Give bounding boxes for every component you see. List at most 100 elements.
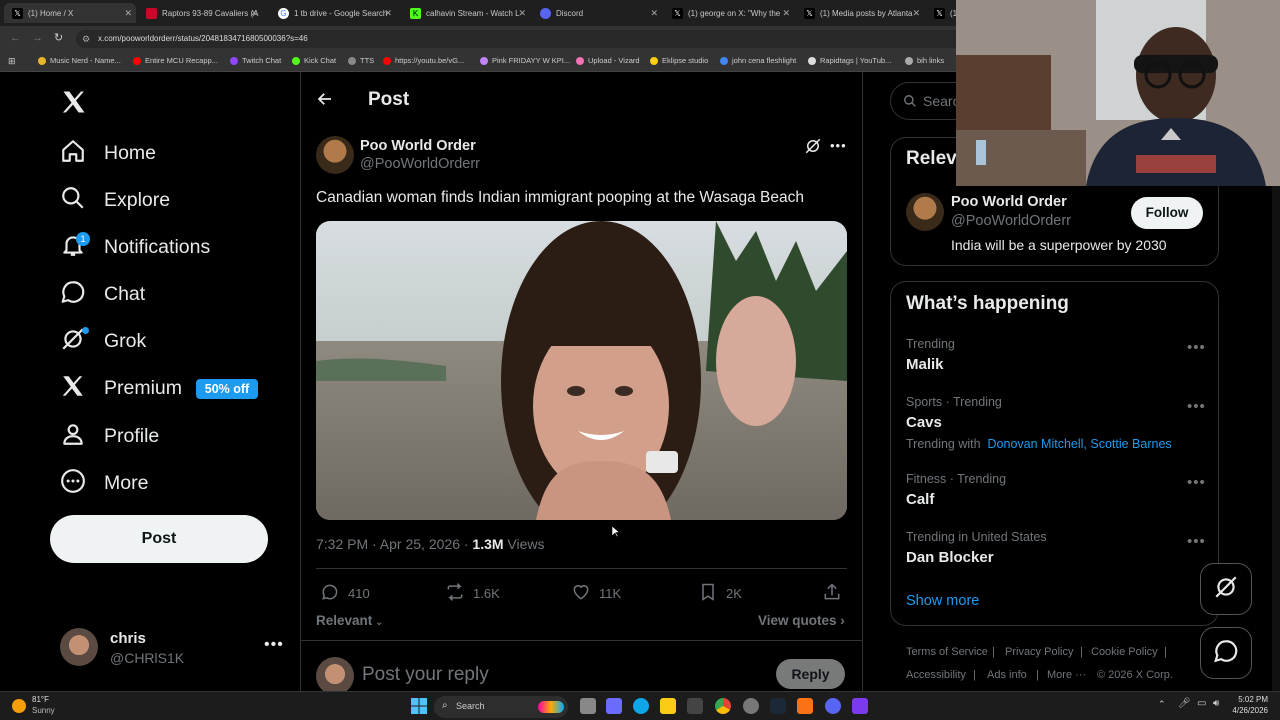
trend-item[interactable]: Trending in United States Dan Blocker xyxy=(906,530,1047,566)
author-avatar[interactable] xyxy=(316,136,354,174)
bookmark-action[interactable]: 2K xyxy=(698,582,742,605)
repost-action[interactable]: 1.6K xyxy=(445,582,500,605)
account-switcher[interactable]: chris @CHRlS1K ••• xyxy=(60,628,310,668)
browser-tab[interactable]: K calhavin Stream - Watch L ✕ xyxy=(404,3,530,23)
volume-icon[interactable]: 🔊︎ xyxy=(1213,698,1219,709)
bookmark-item[interactable]: Kick Chat xyxy=(292,56,336,65)
bookmark-item[interactable]: Music Nerd - Name... xyxy=(38,56,121,65)
browser-tab[interactable]: 𝕏 (1) Media posts by Atlanta ✕ xyxy=(800,3,924,23)
windows-start-icon[interactable] xyxy=(411,698,427,719)
like-action[interactable]: 11K xyxy=(571,582,621,605)
avatar[interactable] xyxy=(906,193,944,231)
more-dots-icon[interactable]: ••• xyxy=(264,636,284,654)
close-tab-icon[interactable]: ✕ xyxy=(250,8,258,19)
bookmark-item[interactable]: Eklipse studio xyxy=(650,56,708,65)
more-dots-icon[interactable]: ••• xyxy=(1187,533,1206,550)
share-action[interactable] xyxy=(822,582,850,605)
store-icon[interactable] xyxy=(687,698,703,714)
discord-icon[interactable] xyxy=(825,698,841,714)
sidebar-item-chat[interactable]: Chat xyxy=(60,274,145,314)
reload-icon[interactable]: ↻ xyxy=(54,31,63,44)
sidebar-item-profile[interactable]: Profile xyxy=(60,416,159,456)
app-icon[interactable] xyxy=(797,698,813,714)
bookmark-item[interactable]: Upload - Vizard xyxy=(576,56,640,65)
task-view-icon[interactable] xyxy=(580,698,596,714)
x-logo-icon[interactable] xyxy=(60,88,88,121)
post-button[interactable]: Post xyxy=(50,515,268,563)
browser-tab[interactable]: 𝕏 (1) george on X: "Why the ✕ xyxy=(668,3,794,23)
footer-link-accessibility[interactable]: Accessibility xyxy=(906,669,966,681)
grok-fab[interactable] xyxy=(1200,563,1252,615)
author-handle[interactable]: @PooWorldOrderr xyxy=(360,156,480,172)
microphone-icon[interactable]: 🎤︎ xyxy=(1178,698,1191,709)
footer-link-privacy[interactable]: Privacy Policy xyxy=(1005,646,1073,658)
app-icon[interactable] xyxy=(852,698,868,714)
bookmark-item[interactable]: Twitch Chat xyxy=(230,56,281,65)
close-tab-icon[interactable]: ✕ xyxy=(912,8,920,19)
edge-icon[interactable] xyxy=(633,698,649,714)
reply-button[interactable]: Reply xyxy=(776,659,845,689)
trend-item[interactable]: Sports · Trending Cavs Trending with Don… xyxy=(906,395,1172,451)
browser-tab[interactable]: 𝕏 (1) Home / X ✕ xyxy=(4,3,136,23)
steam-icon[interactable] xyxy=(770,698,786,714)
reply-action[interactable]: 410 xyxy=(320,582,370,605)
sidebar-item-more[interactable]: More xyxy=(60,463,148,503)
more-dots-icon[interactable]: ••• xyxy=(1187,339,1206,356)
person-name[interactable]: Poo World Order xyxy=(951,194,1067,210)
url-field[interactable]: ⚙ x.com/pooworldorderr/status/2048183471… xyxy=(76,30,976,48)
weather-temp[interactable]: 81°F xyxy=(32,695,49,704)
site-info-icon[interactable]: ⚙ xyxy=(82,30,90,48)
clock-date[interactable]: 4/26/2026 xyxy=(1224,706,1268,715)
file-explorer-icon[interactable] xyxy=(660,698,676,714)
bookmark-item[interactable]: Pink FRIDAYY W KPI... xyxy=(480,56,570,65)
close-tab-icon[interactable]: ✕ xyxy=(518,8,526,19)
bookmark-item[interactable]: https://youtu.be/vG... xyxy=(383,56,464,65)
back-icon[interactable]: ← xyxy=(10,32,21,44)
sidebar-item-grok[interactable]: Grok xyxy=(60,321,146,361)
post-video[interactable] xyxy=(316,221,847,520)
close-tab-icon[interactable]: ✕ xyxy=(650,8,658,19)
reply-sort-dropdown[interactable]: Relevant ⌄ xyxy=(316,613,383,628)
footer-link-ads[interactable]: Ads info xyxy=(987,669,1027,681)
more-dots-icon[interactable]: ••• xyxy=(1187,474,1206,491)
reply-input[interactable]: Post your reply xyxy=(362,664,489,686)
follow-button[interactable]: Follow xyxy=(1131,197,1203,229)
clock-time[interactable]: 5:02 PM xyxy=(1234,695,1268,704)
bookmark-item[interactable]: Entire MCU Recapp... xyxy=(133,56,218,65)
sidebar-item-premium[interactable]: Premium xyxy=(60,368,182,408)
bookmark-item[interactable]: TTS xyxy=(348,56,374,65)
footer-link-terms[interactable]: Terms of Service xyxy=(906,646,988,658)
sidebar-item-explore[interactable]: Explore xyxy=(60,180,170,220)
trending-with-links[interactable]: Donovan Mitchell, Scottie Barnes xyxy=(988,437,1172,451)
close-tab-icon[interactable]: ✕ xyxy=(384,8,392,19)
browser-tab[interactable]: Raptors 93-89 Cavaliers (A ✕ xyxy=(140,3,262,23)
chevron-up-icon[interactable]: ⌃ xyxy=(1158,699,1166,710)
more-dots-icon[interactable]: ••• xyxy=(1187,398,1206,415)
copilot-icon[interactable] xyxy=(606,698,622,714)
chrome-icon[interactable] xyxy=(715,698,731,714)
footer-link-more[interactable]: More ··· xyxy=(1047,669,1086,681)
messages-fab[interactable] xyxy=(1200,627,1252,679)
view-quotes-link[interactable]: View quotes › xyxy=(758,613,845,628)
forward-icon[interactable]: → xyxy=(32,32,43,44)
network-icon[interactable]: ▭ xyxy=(1197,698,1206,709)
apps-icon[interactable]: ⊞ xyxy=(8,56,16,67)
footer-link-cookie[interactable]: Cookie Policy xyxy=(1091,646,1158,658)
author-name[interactable]: Poo World Order xyxy=(360,138,476,154)
app-icon[interactable] xyxy=(743,698,759,714)
close-tab-icon[interactable]: ✕ xyxy=(782,8,790,19)
trend-item[interactable]: Fitness · Trending Calf xyxy=(906,472,1006,508)
sidebar-item-home[interactable]: Home xyxy=(60,133,156,173)
browser-tab[interactable]: Discord ✕ xyxy=(536,3,662,23)
taskbar-search[interactable]: ⌕ Search xyxy=(434,696,568,718)
more-dots-icon[interactable]: ••• xyxy=(830,138,847,153)
grok-icon[interactable] xyxy=(804,137,822,160)
close-tab-icon[interactable]: ✕ xyxy=(124,8,132,19)
person-handle[interactable]: @PooWorldOrderr xyxy=(951,213,1071,229)
bookmark-item[interactable]: john cena fleshlight xyxy=(720,56,796,65)
bookmark-item[interactable]: Rapidtags | YouTub... xyxy=(808,56,891,65)
browser-tab[interactable]: G 1 tb drive - Google Search ✕ xyxy=(272,3,396,23)
back-arrow-icon[interactable] xyxy=(316,90,334,113)
show-more-link[interactable]: Show more xyxy=(906,593,979,609)
trend-item[interactable]: Trending Malik xyxy=(906,337,955,373)
